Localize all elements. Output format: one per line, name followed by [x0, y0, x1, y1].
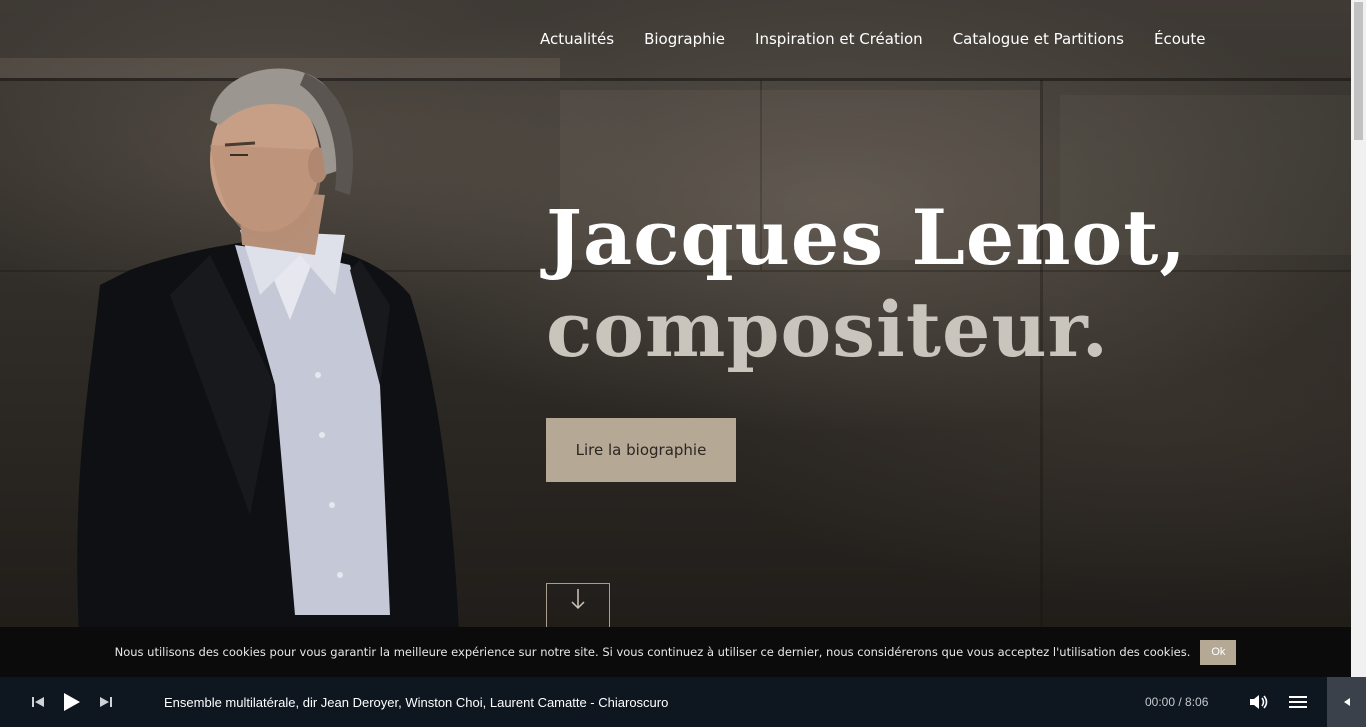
nav-item-biographie[interactable]: Biographie	[644, 30, 725, 48]
cookie-text: Nous utilisons des cookies pour vous gar…	[114, 645, 1191, 659]
collapse-player-button[interactable]	[1327, 677, 1366, 727]
scroll-down-button[interactable]	[546, 583, 610, 629]
nav-item-actualites[interactable]: Actualités	[540, 30, 614, 48]
read-biography-button[interactable]: Lire la biographie	[546, 418, 736, 482]
cookie-ok-button[interactable]: Ok	[1200, 639, 1237, 665]
previous-button[interactable]	[26, 677, 50, 727]
track-time: 00:00 / 8:06	[1145, 695, 1209, 709]
cookie-banner: Nous utilisons des cookies pour vous gar…	[0, 627, 1351, 677]
play-icon	[64, 693, 80, 711]
next-button[interactable]	[94, 677, 118, 727]
volume-icon	[1250, 695, 1268, 709]
composer-portrait	[77, 68, 461, 655]
nav-item-ecoute[interactable]: Écoute	[1154, 30, 1206, 48]
main-navigation: Actualités Biographie Inspiration et Cré…	[540, 30, 1236, 48]
playlist-icon	[1289, 696, 1307, 708]
title-name: Jacques Lenot,	[546, 193, 1187, 282]
collapse-icon	[1343, 698, 1350, 706]
arrow-down-icon	[571, 589, 585, 610]
volume-button[interactable]	[1246, 677, 1272, 727]
scrollbar-thumb[interactable]	[1354, 2, 1363, 140]
hero-section: Actualités Biographie Inspiration et Cré…	[0, 0, 1351, 727]
play-button[interactable]	[58, 677, 86, 727]
next-icon	[100, 697, 112, 707]
nav-item-inspiration[interactable]: Inspiration et Création	[755, 30, 923, 48]
page-scrollbar[interactable]	[1351, 0, 1366, 727]
title-role: compositeur.	[546, 285, 1110, 374]
audio-player: Ensemble multilatérale, dir Jean Deroyer…	[0, 677, 1366, 727]
playlist-button[interactable]	[1285, 677, 1311, 727]
previous-icon	[32, 697, 44, 707]
track-title: Ensemble multilatérale, dir Jean Deroyer…	[164, 694, 669, 710]
nav-item-catalogue[interactable]: Catalogue et Partitions	[953, 30, 1124, 48]
page-title: Jacques Lenot, compositeur.	[546, 192, 1187, 376]
